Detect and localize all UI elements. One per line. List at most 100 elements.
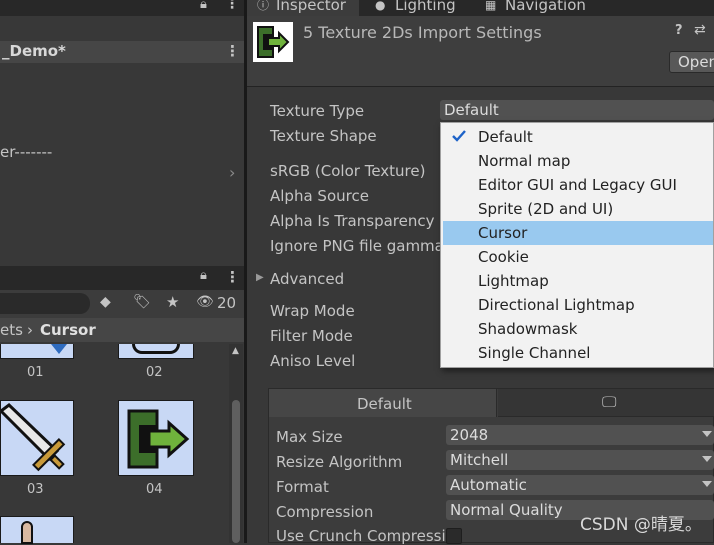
inspector-header: 5 Texture 2Ds Import Settings ? ⇄ Open (247, 16, 714, 86)
hidden-packages-count: 20 (217, 294, 237, 312)
resize-algorithm-dropdown[interactable]: Mitchell (446, 450, 714, 470)
menu-item-single-channel[interactable]: Single Channel (443, 341, 713, 365)
project-lock-icon[interactable]: 🔒︎ (200, 268, 207, 283)
lock-icon[interactable]: 🔒︎ (200, 0, 207, 12)
settings-sliders-icon[interactable]: ⇄ (694, 22, 706, 38)
asset-label-03: 03 (27, 482, 44, 497)
menu-item-label: Normal map (478, 152, 571, 170)
advanced-foldout-icon[interactable]: ▶ (256, 272, 264, 283)
tab-navigation[interactable]: ▦ Navigation (481, 0, 601, 16)
chevron-down-icon (702, 431, 712, 437)
menu-item-sprite[interactable]: Sprite (2D and UI) (443, 197, 713, 221)
project-scrollbar[interactable]: ▲ (229, 344, 243, 543)
menu-item-default[interactable]: Default (443, 125, 713, 149)
asset-thumb-02[interactable] (118, 344, 194, 359)
menu-item-label: Directional Lightmap (478, 296, 635, 314)
texture-preview (253, 22, 293, 62)
menu-item-label: Default (478, 128, 533, 146)
asset-thumb-05[interactable] (0, 516, 74, 544)
menu-item-label: Shadowmask (478, 320, 578, 338)
tab-lighting-label: Lighting (395, 0, 456, 14)
menu-item-cookie[interactable]: Cookie (443, 245, 713, 269)
hidden-packages-icon[interactable]: 👁︎ (196, 294, 214, 310)
texture-shape-label: Texture Shape (270, 127, 377, 145)
favorites-star-icon[interactable]: ★ (166, 293, 179, 311)
header-divider (247, 86, 714, 87)
asset-thumb-04[interactable] (118, 400, 194, 476)
crosshair-cursor-icon (132, 344, 180, 354)
format-value: Automatic (450, 476, 527, 494)
breadcrumb: ets › Cursor (0, 318, 244, 342)
crunch-checkbox[interactable] (446, 528, 462, 544)
asset-thumb-01[interactable] (0, 344, 74, 359)
scene-item-text[interactable]: er------- (0, 143, 52, 161)
format-label: Format (276, 478, 329, 496)
menu-item-cursor[interactable]: Cursor (443, 221, 713, 245)
format-dropdown[interactable]: Automatic (446, 475, 714, 495)
exit-door-thumb-icon (257, 26, 290, 58)
max-size-label: Max Size (276, 428, 343, 446)
menu-item-label: Lightmap (478, 272, 549, 290)
asset-thumb-03[interactable] (0, 400, 74, 476)
monitor-icon: 🖵︎ (602, 393, 617, 411)
tab-lighting[interactable]: ● Lighting (363, 0, 473, 16)
navigation-icon: ▦ (485, 0, 497, 12)
breadcrumb-current[interactable]: Cursor (40, 321, 96, 339)
menu-item-normal-map[interactable]: Normal map (443, 149, 713, 173)
arrow-cursor-icon (51, 344, 67, 354)
srgb-label: sRGB (Color Texture) (270, 162, 426, 180)
exit-door-cursor-icon (127, 409, 190, 469)
resize-algorithm-value: Mitchell (450, 451, 509, 469)
compression-value: Normal Quality (450, 501, 563, 519)
breadcrumb-parent[interactable]: ets (0, 321, 23, 339)
breadcrumb-separator-icon: › (27, 321, 33, 339)
texture-type-label: Texture Type (270, 102, 365, 120)
scrollbar-thumb[interactable] (232, 400, 240, 543)
texture-type-dropdown[interactable]: Default (440, 100, 714, 120)
project-toolbar: ◆ 🏷︎ ★ 👁︎ 20 (0, 290, 244, 318)
menu-item-lightmap[interactable]: Lightmap (443, 269, 713, 293)
page-title: 5 Texture 2Ds Import Settings (303, 23, 542, 42)
menu-item-label: Sprite (2D and UI) (478, 200, 614, 218)
advanced-foldout-label[interactable]: Advanced (270, 270, 344, 288)
open-button[interactable]: Open (669, 51, 714, 73)
help-icon[interactable]: ? (675, 23, 683, 38)
checkmark-icon (452, 130, 466, 142)
sword-cursor-icon (0, 403, 66, 472)
chevron-down-icon (702, 481, 712, 487)
resize-algorithm-label: Resize Algorithm (276, 453, 403, 471)
texture-type-menu: Default Normal map Editor GUI and Legacy… (440, 122, 714, 368)
menu-item-editor-gui[interactable]: Editor GUI and Legacy GUI (443, 173, 713, 197)
tab-inspector-label: Inspector (276, 0, 346, 14)
menu-item-shadowmask[interactable]: Shadowmask (443, 317, 713, 341)
scene-header[interactable]: _Demo* ⋮ (0, 41, 244, 63)
filter-by-label-icon[interactable]: 🏷︎ (133, 294, 151, 310)
tab-platform-default[interactable]: Default (269, 389, 497, 417)
scene-title: _Demo* (2, 42, 66, 60)
hand-cursor-icon (21, 521, 33, 544)
asset-label-02: 02 (146, 365, 163, 380)
filter-by-type-icon[interactable]: ◆ (100, 294, 111, 310)
kebab-menu-icon[interactable]: ⋮ (225, 0, 239, 12)
menu-item-directional-lightmap[interactable]: Directional Lightmap (443, 293, 713, 317)
scene-menu-icon[interactable]: ⋮ (225, 42, 240, 60)
watermark: CSDN @晴夏。 (580, 515, 702, 535)
inspector-tab-icon: ⓘ (257, 0, 270, 12)
project-menu-icon[interactable]: ⋮ (225, 268, 240, 286)
ignore-png-gamma-label: Ignore PNG file gamma (270, 237, 444, 255)
tab-inspector[interactable]: ⓘ Inspector (247, 0, 359, 16)
chevron-right-icon[interactable]: › (229, 163, 235, 182)
tab-platform-standalone[interactable]: 🖵︎ (498, 389, 714, 417)
max-size-value: 2048 (450, 426, 489, 444)
asset-label-04: 04 (146, 482, 163, 497)
project-search-input[interactable] (0, 293, 90, 314)
max-size-dropdown[interactable]: 2048 (446, 425, 714, 445)
alpha-source-label: Alpha Source (270, 187, 369, 205)
chevron-down-icon (702, 456, 712, 462)
scroll-up-icon[interactable]: ▲ (232, 346, 239, 356)
menu-item-label: Editor GUI and Legacy GUI (478, 176, 677, 194)
menu-item-label: Single Channel (478, 344, 591, 362)
aniso-level-label: Aniso Level (270, 352, 356, 370)
texture-type-value: Default (444, 101, 499, 119)
lighting-bulb-icon: ● (375, 0, 386, 12)
